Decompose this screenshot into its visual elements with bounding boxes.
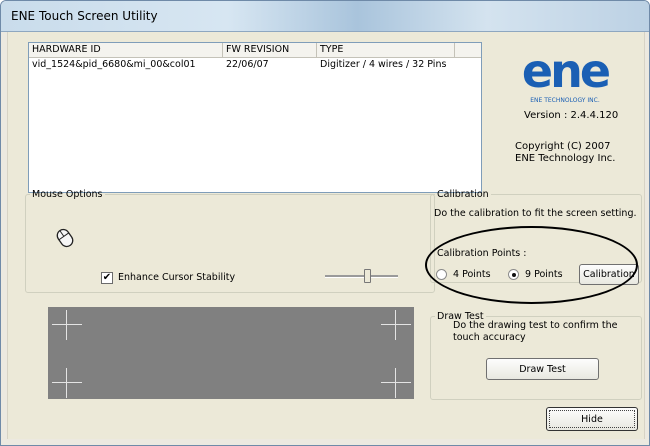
draw-test-preview <box>48 307 414 399</box>
logo-caption: ENE TECHNOLOGY INC. <box>530 97 600 104</box>
draw-test-description-line-1: Do the drawing test to confirm the <box>453 320 618 331</box>
client-area: HARDWARE ID FW REVISION TYPE vid_1524&pi… <box>7 32 645 439</box>
draw-test-description: Do the drawing test to confirm the touch… <box>453 320 617 344</box>
mouse-icon <box>56 228 74 248</box>
calibration-legend: Calibration <box>437 189 489 200</box>
column-header-fw-revision[interactable]: FW REVISION <box>223 43 317 57</box>
crosshair-top-left <box>52 310 82 340</box>
draw-test-description-line-2: touch accuracy <box>453 332 526 343</box>
crosshair-top-right <box>381 310 411 340</box>
cell-fw-revision: 22/06/07 <box>226 59 269 70</box>
copyright-line-2: ENE Technology Inc. <box>515 153 616 164</box>
radio-4-points[interactable] <box>436 269 447 280</box>
calibration-button[interactable]: Calibration <box>579 264 639 285</box>
hardware-list-header: HARDWARE ID FW REVISION TYPE <box>29 43 481 58</box>
cell-hardware-id: vid_1524&pid_6680&mi_00&col01 <box>32 59 196 70</box>
radio-9-points[interactable] <box>508 269 519 280</box>
cell-type: Digitizer / 4 wires / 32 Pins <box>320 59 447 70</box>
version-label: Version : 2.4.4.120 <box>524 110 619 121</box>
draw-test-button[interactable]: Draw Test <box>486 358 599 380</box>
copyright-line-1: Copyright (C) 2007 <box>515 141 611 152</box>
window-title: ENE Touch Screen Utility <box>11 9 158 23</box>
column-header-empty <box>455 43 481 57</box>
ene-logo-mark: ene ENE TECHNOLOGY INC. <box>522 44 612 104</box>
column-header-type[interactable]: TYPE <box>317 43 455 57</box>
calibration-points-label: Calibration Points : <box>437 248 527 259</box>
enhance-cursor-checkbox[interactable]: ✔ <box>101 272 113 284</box>
calibration-description: Do the calibration to fit the screen set… <box>434 208 637 219</box>
copyright: Copyright (C) 2007 ENE Technology Inc. <box>515 141 615 165</box>
column-header-hardware-id[interactable]: HARDWARE ID <box>29 43 223 57</box>
title-bar[interactable]: ENE Touch Screen Utility <box>1 1 649 32</box>
hide-button[interactable]: Hide <box>546 407 638 431</box>
crosshair-bottom-left <box>52 368 82 398</box>
radio-4-points-label[interactable]: 4 Points <box>453 269 491 281</box>
radio-9-points-label[interactable]: 9 Points <box>525 269 563 281</box>
logo-text: ene <box>522 46 609 98</box>
cursor-stability-slider[interactable] <box>325 275 398 278</box>
table-row[interactable]: vid_1524&pid_6680&mi_00&col01 22/06/07 D… <box>29 58 481 71</box>
mouse-options-legend: Mouse Options <box>32 189 103 200</box>
hardware-list[interactable]: HARDWARE ID FW REVISION TYPE vid_1524&pi… <box>28 42 482 193</box>
enhance-cursor-label[interactable]: Enhance Cursor Stability <box>118 272 235 284</box>
crosshair-bottom-right <box>381 368 411 398</box>
slider-thumb[interactable] <box>364 269 371 283</box>
utility-window: ENE Touch Screen Utility HARDWARE ID FW … <box>0 0 650 446</box>
